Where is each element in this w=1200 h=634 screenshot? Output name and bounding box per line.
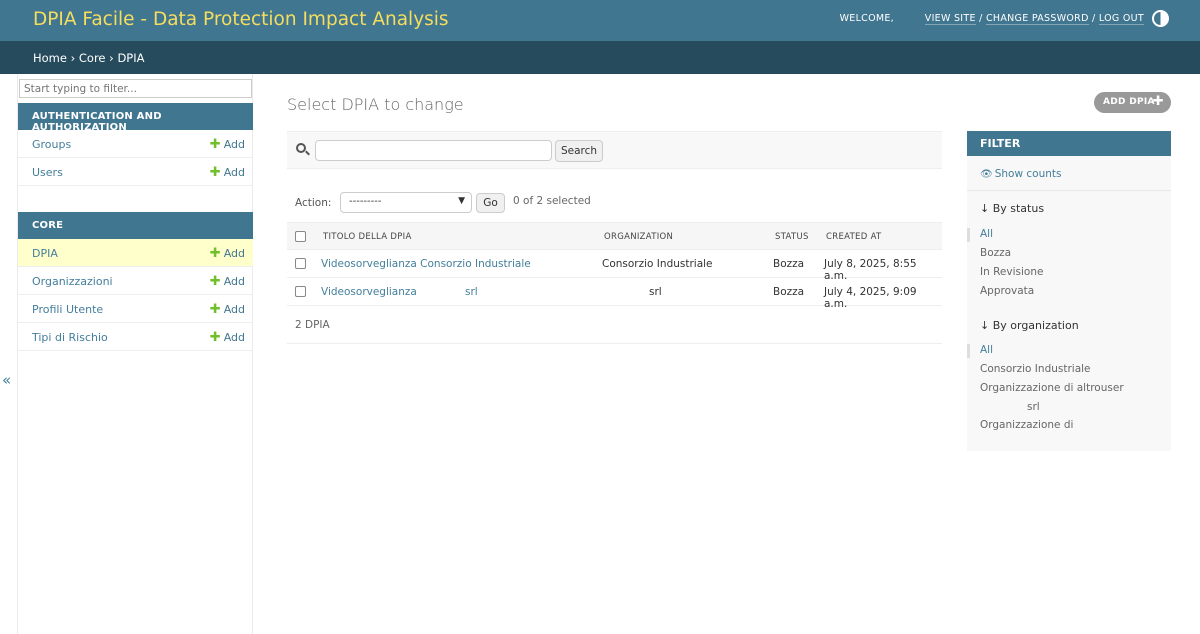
change-password-link[interactable]: CHANGE PASSWORD — [985, 13, 1089, 25]
filter-status-approvata[interactable]: Approvata — [980, 285, 1034, 297]
log-out-link[interactable]: LOG OUT — [1098, 13, 1144, 25]
column-header-status[interactable]: STATUS — [775, 232, 809, 242]
sidebar-item-users: Users ✚ Add — [18, 158, 253, 186]
sidebar-item-tipi-di-rischio: Tipi di Rischio ✚ Add — [18, 323, 253, 351]
status-cell: Bozza — [773, 258, 805, 270]
add-users-link[interactable]: ✚ Add — [210, 165, 245, 180]
plus-icon: ✚ — [209, 274, 221, 289]
sidebar-item-label[interactable]: Profili Utente — [32, 303, 103, 316]
filter-org-srl[interactable]: srl — [1027, 401, 1040, 413]
theme-toggle-icon[interactable] — [1152, 10, 1169, 27]
action-label: Action: — [295, 197, 332, 209]
sidebar-item-dpia: DPIA ✚ Add — [18, 239, 253, 267]
row-checkbox[interactable] — [295, 258, 306, 269]
sidebar-item-organizzazioni: Organizzazioni ✚ Add — [18, 267, 253, 295]
divider — [967, 190, 1171, 191]
filter-org-organizzazione-di[interactable]: Organizzazione di — [980, 419, 1073, 431]
add-tipi-di-rischio-link[interactable]: ✚ Add — [210, 330, 245, 345]
sidebar-item-profili-utente: Profili Utente ✚ Add — [18, 295, 253, 323]
plus-icon: ✚ — [209, 246, 221, 261]
sidebar-item-label[interactable]: Users — [32, 166, 63, 179]
plus-icon: ✚ — [1152, 94, 1164, 109]
search-input[interactable] — [315, 140, 552, 161]
selected-count: 0 of 2 selected — [513, 195, 591, 207]
collapse-sidebar-button[interactable]: « — [2, 371, 11, 389]
table-row: Videosorveglianza srl srl Bozza July 4, … — [287, 278, 942, 310]
paginator: 2 DPIA — [287, 306, 942, 344]
column-header-title[interactable]: TITOLO DELLA DPIA — [323, 232, 412, 242]
sidebar-item-label[interactable]: Groups — [32, 138, 71, 151]
plus-icon: ✚ — [209, 137, 221, 152]
plus-icon: ✚ — [209, 330, 221, 345]
sidebar-item-label[interactable]: DPIA — [32, 247, 58, 260]
action-select[interactable]: --------- ▼ — [340, 192, 472, 213]
selected-indicator — [967, 228, 970, 242]
filter-status-all[interactable]: All — [980, 228, 993, 240]
breadcrumb-current: DPIA — [117, 51, 145, 65]
table-header-row: TITOLO DELLA DPIA ORGANIZATION STATUS CR… — [287, 222, 942, 250]
site-title[interactable]: DPIA Facile - Data Protection Impact Ana… — [33, 9, 449, 30]
column-header-organization[interactable]: ORGANIZATION — [604, 232, 673, 242]
sidebar-item-label[interactable]: Organizzazioni — [32, 275, 113, 288]
breadcrumb-separator: › — [105, 51, 118, 65]
status-cell: Bozza — [773, 286, 805, 298]
column-header-created-at[interactable]: CREATED AT — [826, 232, 882, 242]
filter-org-all[interactable]: All — [980, 344, 993, 356]
add-organizzazioni-link[interactable]: ✚ Add — [210, 274, 245, 289]
view-site-link[interactable]: VIEW SITE — [924, 13, 976, 25]
breadcrumb-core[interactable]: Core — [79, 51, 106, 65]
nav-filter-input[interactable] — [19, 79, 252, 98]
add-dpia-link[interactable]: ✚ Add — [210, 246, 245, 261]
actions-bar: Action: --------- ▼ Go 0 of 2 selected — [287, 192, 942, 222]
filter-title-status[interactable]: ↓ By status — [980, 202, 1044, 215]
row-checkbox[interactable] — [295, 286, 306, 297]
separator: / — [1088, 13, 1099, 24]
chevron-down-icon: ▼ — [458, 196, 465, 206]
go-button[interactable]: Go — [476, 193, 505, 213]
table-row: Videosorveglianza Consorzio Industriale … — [287, 250, 942, 282]
filter-org-consorzio[interactable]: Consorzio Industriale — [980, 363, 1091, 375]
separator: / — [975, 13, 986, 24]
add-profili-utente-link[interactable]: ✚ Add — [210, 302, 245, 317]
breadcrumb-separator: › — [66, 51, 79, 65]
filter-header: FILTER — [967, 131, 1171, 156]
filter-status-bozza[interactable]: Bozza — [980, 247, 1011, 259]
dpia-title-link[interactable]: Videosorveglianza Consorzio Industriale — [321, 258, 531, 270]
sidebar-item-label[interactable]: Tipi di Rischio — [32, 331, 108, 344]
add-dpia-button[interactable]: ADD DPIA ✚ — [1094, 92, 1171, 113]
dpia-title-link[interactable]: Videosorveglianza — [321, 286, 417, 298]
show-counts-link[interactable]: 👁 Show counts — [980, 168, 1061, 180]
breadcrumb: Home › Core › DPIA — [0, 41, 1200, 74]
app-caption-auth[interactable]: AUTHENTICATION AND AUTHORIZATION — [18, 103, 253, 133]
site-header: DPIA Facile - Data Protection Impact Ana… — [0, 0, 1200, 41]
add-groups-link[interactable]: ✚ Add — [210, 137, 245, 152]
filter-panel: FILTER 👁 Show counts ↓ By status All Bozz… — [967, 131, 1171, 451]
organization-cell: srl — [649, 286, 662, 298]
search-button[interactable]: Search — [555, 140, 603, 162]
search-icon — [296, 143, 310, 157]
plus-icon: ✚ — [209, 165, 221, 180]
plus-icon: ✚ — [209, 302, 221, 317]
select-all-checkbox[interactable] — [295, 231, 306, 242]
welcome-text: WELCOME, — [839, 13, 894, 24]
dpia-title-link-extra[interactable]: srl — [465, 286, 478, 298]
breadcrumb-home[interactable]: Home — [33, 51, 67, 65]
eye-icon: 👁 — [980, 169, 993, 180]
organization-cell: Consorzio Industriale — [602, 258, 713, 270]
filter-org-altrouser[interactable]: Organizzazione di altrouser — [980, 382, 1124, 394]
filter-title-organization[interactable]: ↓ By organization — [980, 319, 1079, 332]
user-tools: WELCOME, VIEW SITE / CHANGE PASSWORD / L… — [840, 13, 1144, 25]
search-toolbar: Search — [287, 131, 942, 169]
sidebar-item-groups: Groups ✚ Add — [18, 130, 253, 158]
selected-indicator — [967, 344, 970, 358]
nav-sidebar: AUTHENTICATION AND AUTHORIZATION Groups … — [17, 74, 253, 634]
filter-status-in-revisione[interactable]: In Revisione — [980, 266, 1043, 278]
page-title: Select DPIA to change — [287, 95, 464, 114]
app-caption-core[interactable]: CORE — [18, 212, 253, 239]
